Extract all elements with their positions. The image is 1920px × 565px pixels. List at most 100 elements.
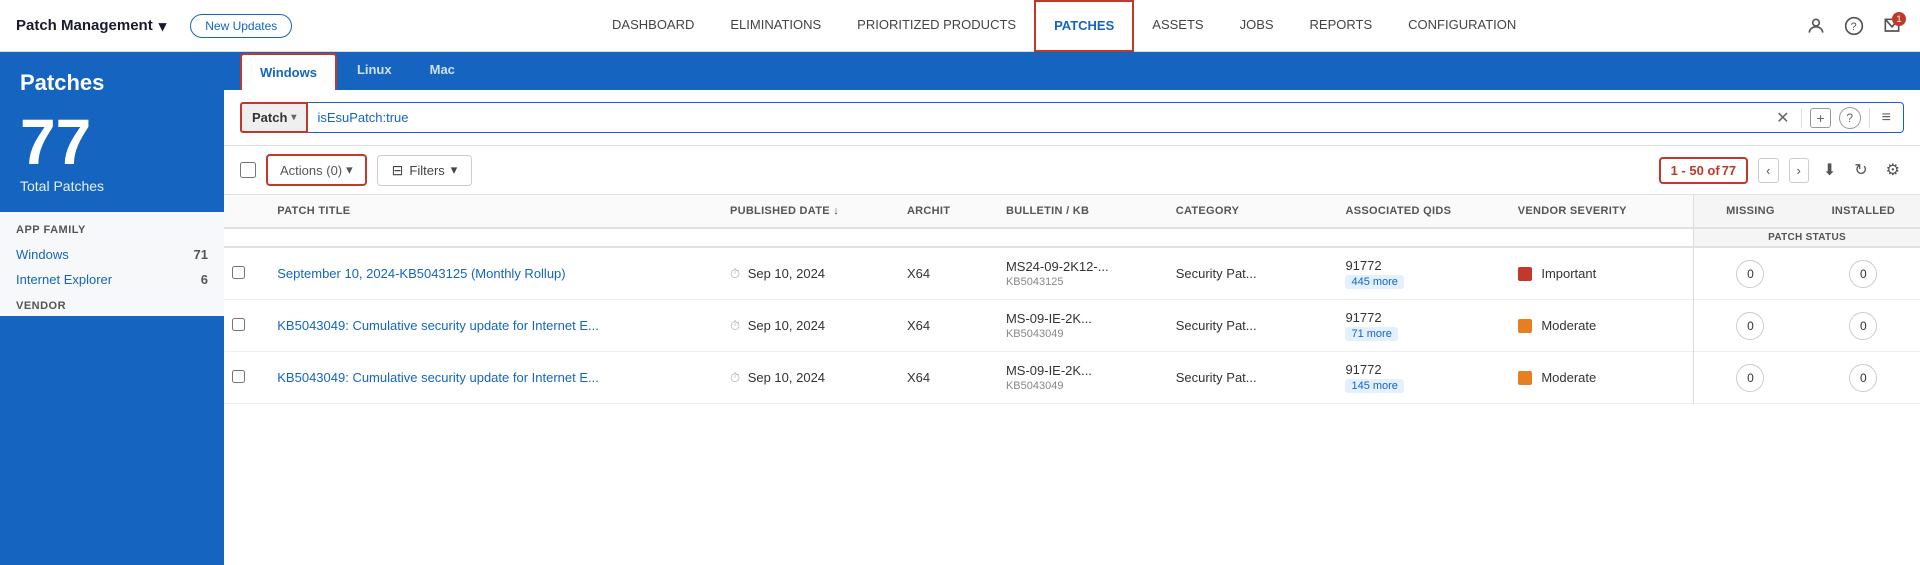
row-checkbox-cell [224, 300, 269, 352]
settings-button[interactable]: ⚙ [1882, 156, 1904, 184]
pagination-range: 1 - 50 of [1671, 163, 1720, 178]
content-area: Windows Linux Mac Patch ▾ ✕ + ? ≡ [224, 52, 1920, 565]
sidebar-item-windows[interactable]: Windows 71 [0, 242, 224, 267]
notification-icon[interactable]: 1 [1880, 14, 1904, 38]
severity-dot [1518, 371, 1532, 385]
qid-more-badge[interactable]: 145 more [1345, 379, 1403, 393]
user-icon[interactable] [1804, 14, 1828, 38]
row-bulletin-cell: MS-09-IE-2K... KB5043049 [998, 352, 1168, 404]
sidebar-item-windows-count: 71 [194, 247, 208, 262]
bulletin-main: MS-09-IE-2K... [1006, 311, 1160, 326]
actions-button[interactable]: Actions (0) ▾ [266, 154, 367, 186]
qid-main: 91772 [1345, 362, 1501, 377]
sidebar-app-family-section: APP FAMILY Windows 71 Internet Explorer … [0, 212, 224, 316]
sidebar-item-ie-count: 6 [201, 272, 208, 287]
th-archit: ARCHIT [899, 195, 998, 228]
tab-windows[interactable]: Windows [240, 53, 337, 90]
search-filter-dropdown[interactable]: Patch ▾ [240, 102, 308, 133]
tab-linux[interactable]: Linux [339, 52, 410, 90]
toolbar: Actions (0) ▾ ⊟ Filters ▾ 1 - 50 of 77 ‹… [224, 146, 1920, 195]
severity-dot [1518, 267, 1532, 281]
clock-icon: ⏱ [730, 318, 740, 333]
actions-label: Actions (0) [280, 163, 342, 178]
row-checkbox[interactable] [232, 266, 245, 279]
tab-mac[interactable]: Mac [412, 52, 473, 90]
nav-eliminations[interactable]: ELIMINATIONS [712, 0, 839, 52]
bulletin-main: MS24-09-2K12-... [1006, 259, 1160, 274]
th-bulletin-kb: BULLETIN / KB [998, 195, 1168, 228]
patch-title-link[interactable]: September 10, 2024-KB5043125 (Monthly Ro… [277, 266, 565, 281]
table-header-row: PATCH TITLE PUBLISHED DATE ↓ ARCHIT BULL… [224, 195, 1920, 228]
nav-assets[interactable]: ASSETS [1134, 0, 1221, 52]
row-patch-title-cell: KB5043049: Cumulative security update fo… [269, 300, 722, 352]
row-installed-cell: 0 [1807, 300, 1920, 352]
search-help-button[interactable]: ? [1839, 107, 1861, 129]
th-published-date[interactable]: PUBLISHED DATE ↓ [722, 195, 899, 228]
row-installed-cell: 0 [1807, 247, 1920, 300]
severity-label: Moderate [1541, 318, 1596, 333]
filters-chevron: ▾ [451, 162, 458, 178]
nav-dashboard[interactable]: DASHBOARD [594, 0, 712, 52]
row-date-cell: ⏱ Sep 10, 2024 [722, 352, 899, 404]
pagination-total: 77 [1722, 163, 1736, 178]
row-checkbox[interactable] [232, 370, 245, 383]
download-button[interactable]: ⬇ [1819, 156, 1840, 184]
filter-icon: ⊟ [392, 162, 404, 179]
row-bulletin-cell: MS24-09-2K12-... KB5043125 [998, 247, 1168, 300]
row-arch-cell: X64 [899, 247, 998, 300]
filters-button[interactable]: ⊟ Filters ▾ [377, 155, 473, 186]
row-checkbox[interactable] [232, 318, 245, 331]
actions-chevron: ▾ [346, 162, 353, 178]
row-qids-cell: 91772 71 more [1337, 300, 1509, 352]
select-all-checkbox[interactable] [240, 162, 256, 178]
sidebar-page-title: Patches [0, 52, 224, 106]
sidebar-item-internet-explorer[interactable]: Internet Explorer 6 [0, 267, 224, 292]
th-patch-title: PATCH TITLE [269, 195, 722, 228]
patch-title-link[interactable]: KB5043049: Cumulative security update fo… [277, 318, 599, 333]
row-arch-cell: X64 [899, 300, 998, 352]
severity-label: Important [1541, 266, 1596, 281]
search-separator-2 [1869, 108, 1870, 128]
prev-page-button[interactable]: ‹ [1758, 158, 1778, 183]
help-icon[interactable]: ? [1842, 14, 1866, 38]
search-input[interactable] [307, 104, 1764, 131]
row-missing-cell: 0 [1694, 247, 1807, 300]
nav-jobs[interactable]: JOBS [1222, 0, 1292, 52]
patch-title-link[interactable]: KB5043049: Cumulative security update fo… [277, 370, 599, 385]
installed-count: 0 [1849, 364, 1877, 392]
missing-count: 0 [1736, 260, 1764, 288]
row-arch-cell: X64 [899, 352, 998, 404]
row-installed-cell: 0 [1807, 352, 1920, 404]
nav-configuration[interactable]: CONFIGURATION [1390, 0, 1534, 52]
app-title: Patch Management ▾ [16, 17, 166, 35]
row-date-cell: ⏱ Sep 10, 2024 [722, 247, 899, 300]
search-clear-button[interactable]: ✕ [1772, 106, 1793, 130]
sidebar-app-family-title: APP FAMILY [0, 212, 224, 242]
sort-icon: ↓ [833, 205, 839, 217]
th-associated-qids: ASSOCIATED QIDS [1337, 195, 1509, 228]
row-patch-title-cell: KB5043049: Cumulative security update fo… [269, 352, 722, 404]
sidebar-item-windows-label[interactable]: Windows [16, 247, 69, 262]
app-title-chevron[interactable]: ▾ [159, 17, 167, 35]
patch-status-subheader: PATCH STATUS [224, 228, 1920, 247]
qid-more-badge[interactable]: 71 more [1345, 327, 1397, 341]
sidebar-item-ie-label[interactable]: Internet Explorer [16, 272, 112, 287]
table-body: September 10, 2024-KB5043125 (Monthly Ro… [224, 247, 1920, 404]
table-container: PATCH TITLE PUBLISHED DATE ↓ ARCHIT BULL… [224, 195, 1920, 565]
qid-more-badge[interactable]: 445 more [1345, 275, 1403, 289]
search-menu-button[interactable]: ≡ [1878, 107, 1895, 129]
refresh-button[interactable]: ↻ [1850, 156, 1871, 184]
clock-icon: ⏱ [730, 266, 740, 281]
nav-patches[interactable]: PATCHES [1034, 0, 1134, 52]
search-filter-chevron: ▾ [291, 112, 296, 123]
missing-count: 0 [1736, 364, 1764, 392]
sidebar-total-label: Total Patches [0, 178, 224, 212]
nav-reports[interactable]: REPORTS [1292, 0, 1391, 52]
bulletin-sub: KB5043125 [1006, 276, 1160, 288]
next-page-button[interactable]: › [1789, 158, 1809, 183]
bulletin-main: MS-09-IE-2K... [1006, 363, 1160, 378]
search-add-filter-button[interactable]: + [1810, 108, 1830, 128]
new-updates-button[interactable]: New Updates [190, 14, 292, 38]
nav-prioritized-products[interactable]: PRIORITIZED PRODUCTS [839, 0, 1034, 52]
row-severity-cell: Moderate [1510, 300, 1694, 352]
